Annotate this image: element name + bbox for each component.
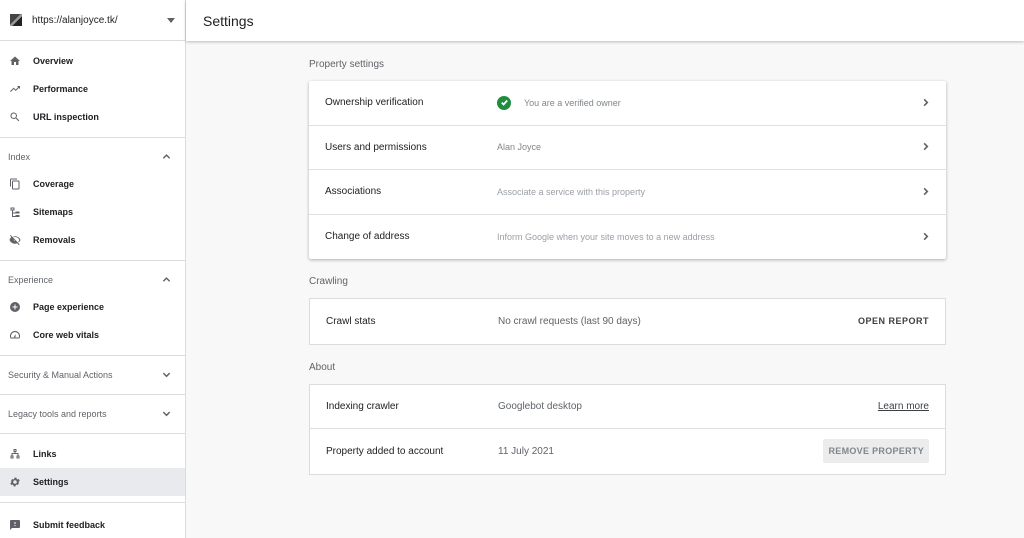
eye-off-icon: [8, 233, 22, 247]
trending-up-icon: [8, 82, 22, 96]
row-label: Change of address: [325, 231, 410, 243]
nav-group-main: Overview Performance URL inspection: [0, 41, 185, 138]
sidebar-item-links[interactable]: Links: [0, 440, 185, 468]
section-header-legacy[interactable]: Legacy tools and reports: [0, 395, 185, 434]
sidebar-item-sitemaps[interactable]: Sitemaps: [0, 198, 185, 226]
chevron-right-icon: [921, 138, 930, 156]
row-ownership-verification[interactable]: Ownership verification You are a verifie…: [309, 81, 946, 126]
section-title-crawling: Crawling: [309, 276, 348, 287]
row-value: You are a verified owner: [497, 95, 921, 110]
section-header-security[interactable]: Security & Manual Actions: [0, 356, 185, 395]
row-label: Ownership verification: [325, 97, 424, 109]
sidebar: https://alanjoyce.tk/ Overview Performan…: [0, 0, 186, 538]
sidebar-item-label: Page experience: [33, 302, 105, 312]
chevron-down-icon: [162, 370, 171, 381]
row-value: Googlebot desktop: [498, 400, 582, 412]
page-title: Settings: [203, 12, 254, 29]
row-crawl-stats: Crawl stats No crawl requests (last 90 d…: [310, 299, 945, 344]
nav-group-index: Index Coverage Sitemaps Removals: [0, 138, 185, 261]
row-associations[interactable]: Associations Associate a service with th…: [309, 170, 946, 215]
sidebar-item-url-inspection[interactable]: URL inspection: [0, 103, 185, 131]
chevron-right-icon: [921, 228, 930, 246]
sidebar-item-page-experience[interactable]: Page experience: [0, 293, 185, 321]
sidebar-item-label: Core web vitals: [33, 330, 100, 340]
row-change-of-address[interactable]: Change of address Inform Google when you…: [309, 215, 946, 260]
sidebar-item-label: URL inspection: [33, 112, 99, 122]
gear-icon: [8, 475, 22, 489]
chevron-up-icon: [162, 152, 171, 163]
row-indexing-crawler: Indexing crawler Googlebot desktop Learn…: [310, 385, 945, 429]
row-property-added: Property added to account 11 July 2021 R…: [310, 429, 945, 474]
row-label: Property added to account: [326, 445, 444, 457]
remove-property-button[interactable]: REMOVE PROPERTY: [823, 439, 929, 464]
row-value: Alan Joyce: [497, 142, 542, 153]
row-value: 11 July 2021: [498, 445, 554, 457]
property-settings-card: Ownership verification You are a verifie…: [309, 81, 946, 259]
nav-group-bottom: Links Settings: [0, 434, 185, 503]
verified-text: You are a verified owner: [524, 97, 621, 108]
chevron-right-icon: [921, 183, 930, 201]
row-label: Users and permissions: [325, 141, 427, 153]
sidebar-item-label: Performance: [33, 84, 89, 94]
feedback-icon: [8, 518, 22, 532]
open-report-button[interactable]: OPEN REPORT: [858, 316, 929, 326]
home-icon: [8, 54, 22, 68]
sidebar-item-label: Sitemaps: [33, 207, 74, 217]
section-heading: Index: [8, 152, 31, 162]
sidebar-item-label: Overview: [33, 56, 74, 66]
search-icon: [8, 110, 22, 124]
sidebar-item-label: Links: [33, 449, 57, 459]
coverage-icon: [8, 177, 22, 191]
gauge-icon: [8, 328, 22, 342]
chevron-right-icon: [921, 94, 930, 112]
settings-main: Property settings Ownership verification…: [309, 41, 946, 475]
page-header: Settings: [186, 0, 1024, 41]
sitemap-icon: [8, 205, 22, 219]
sidebar-item-label: Submit feedback: [33, 520, 106, 530]
about-card: Indexing crawler Googlebot desktop Learn…: [309, 383, 946, 475]
row-value: Associate a service with this property: [497, 186, 646, 197]
plus-circle-icon: [8, 300, 22, 314]
section-heading: Experience: [8, 275, 54, 285]
row-users-and-permissions[interactable]: Users and permissions Alan Joyce: [309, 126, 946, 170]
nav-group-experience: Experience Page experience Core web vita…: [0, 261, 185, 356]
section-header-index[interactable]: Index: [0, 144, 185, 170]
row-label: Indexing crawler: [326, 400, 399, 412]
chevron-up-icon: [162, 275, 171, 286]
sidebar-item-settings[interactable]: Settings: [0, 468, 185, 496]
section-heading: Security & Manual Actions: [8, 370, 113, 380]
sidebar-item-label: Settings: [33, 477, 69, 487]
row-label: Associations: [325, 186, 382, 198]
section-title-about: About: [309, 361, 336, 373]
sidebar-item-removals[interactable]: Removals: [0, 226, 185, 254]
sidebar-item-core-web-vitals[interactable]: Core web vitals: [0, 321, 185, 349]
sidebar-item-coverage[interactable]: Coverage: [0, 170, 185, 198]
check-circle-icon: [497, 95, 511, 110]
crawling-card: Crawl stats No crawl requests (last 90 d…: [309, 298, 946, 345]
sidebar-item-submit-feedback[interactable]: Submit feedback: [0, 511, 185, 538]
row-value: No crawl requests (last 90 days): [498, 315, 641, 327]
section-heading: Legacy tools and reports: [8, 409, 107, 419]
sidebar-item-performance[interactable]: Performance: [0, 75, 185, 103]
section-title-property-settings: Property settings: [309, 59, 385, 70]
property-selector[interactable]: https://alanjoyce.tk/: [0, 0, 185, 41]
sidebar-item-label: Removals: [33, 235, 76, 245]
section-header-experience[interactable]: Experience: [0, 267, 185, 293]
learn-more-link[interactable]: Learn more: [878, 401, 929, 412]
row-value: Inform Google when your site moves to a …: [497, 231, 715, 242]
caret-down-icon: [167, 17, 175, 23]
row-label: Crawl stats: [326, 315, 376, 327]
sidebar-item-overview[interactable]: Overview: [0, 47, 185, 75]
chevron-down-icon: [162, 409, 171, 420]
property-url: https://alanjoyce.tk/: [32, 14, 118, 26]
site-favicon: [10, 14, 22, 26]
sidebar-item-label: Coverage: [33, 179, 75, 189]
links-icon: [8, 447, 22, 461]
